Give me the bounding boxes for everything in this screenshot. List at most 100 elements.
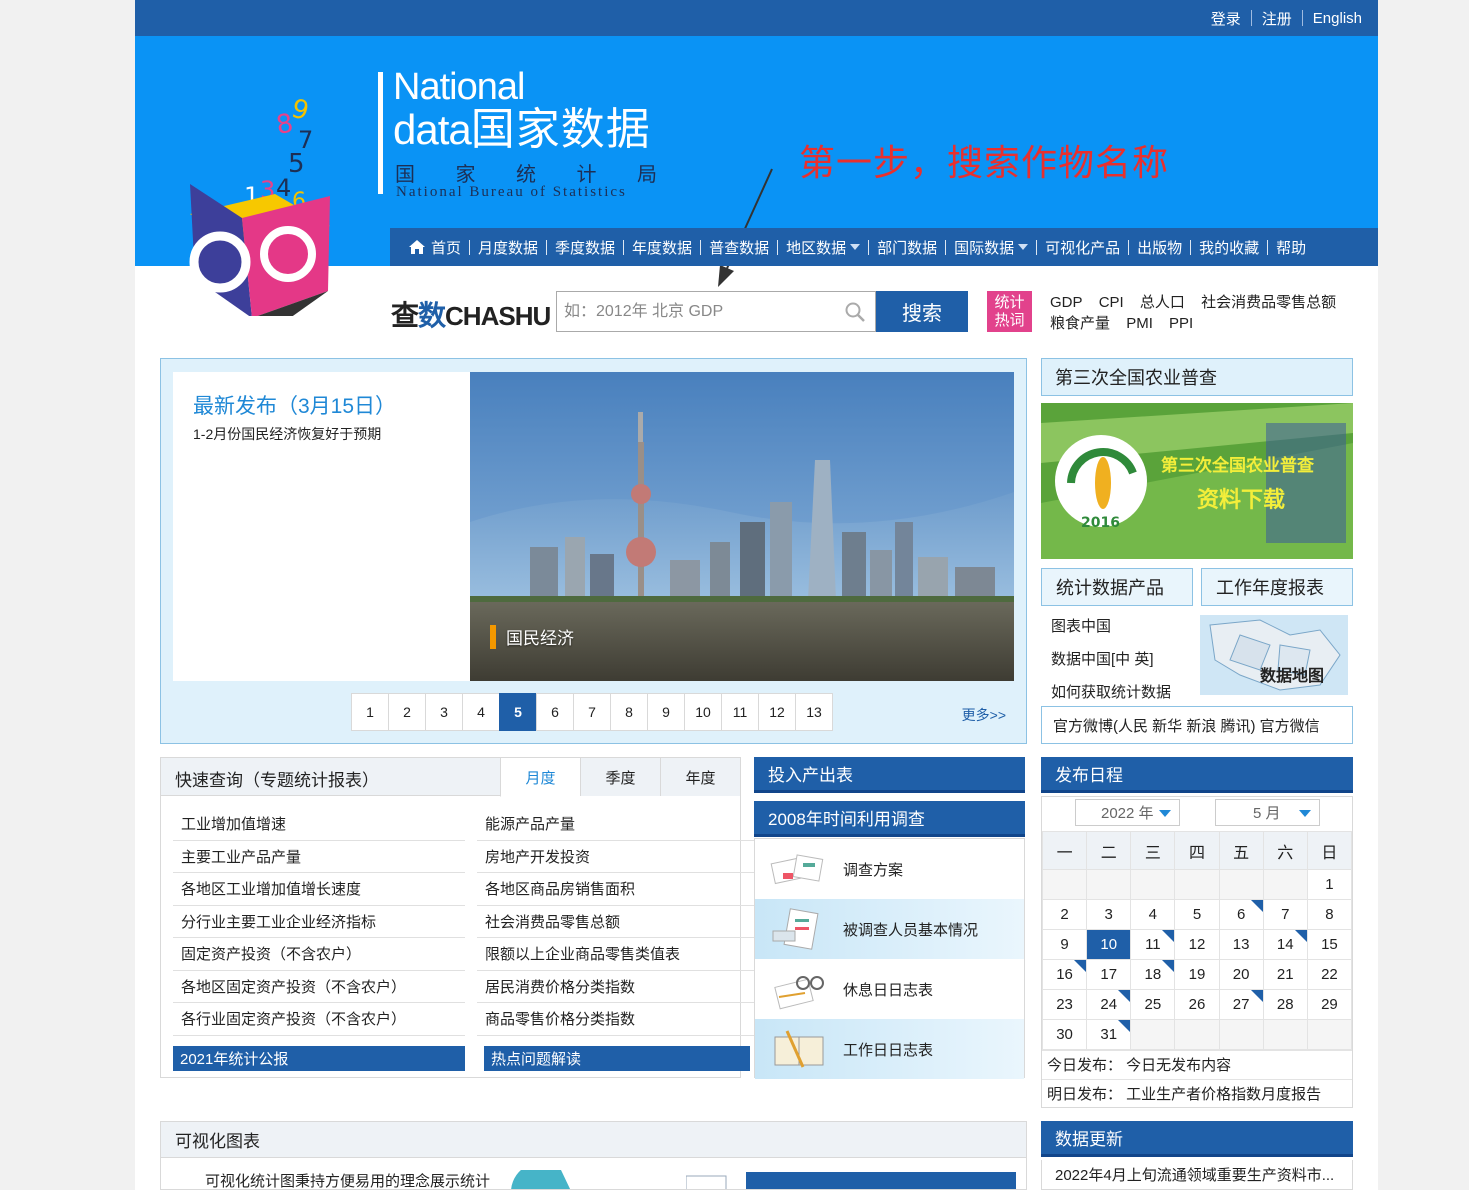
survey-row[interactable]: 调查方案 (755, 839, 1024, 899)
calendar-day[interactable]: 30 (1041, 1019, 1088, 1050)
calendar-day[interactable]: 8 (1306, 899, 1353, 930)
calendar-day[interactable]: 24 (1086, 989, 1132, 1020)
calendar-day[interactable]: 15 (1306, 929, 1353, 960)
calendar-day[interactable]: 1 (1306, 869, 1353, 900)
list-item[interactable]: 房地产开发投资 (477, 841, 769, 873)
data-map-thumbnail[interactable]: 数据地图 (1200, 615, 1348, 695)
nav-census[interactable]: 普查数据 (701, 237, 777, 258)
calendar-day[interactable]: 25 (1130, 989, 1176, 1020)
calendar-day[interactable]: 3 (1086, 899, 1132, 930)
calendar-day[interactable]: 27 (1218, 989, 1264, 1020)
calendar-day[interactable]: 10 (1086, 929, 1132, 960)
list-item[interactable]: 主要工业产品产量 (173, 841, 465, 873)
calendar-day[interactable]: 9 (1041, 929, 1088, 960)
list-item[interactable]: 工业增加值增速 (173, 808, 465, 841)
calendar-day[interactable]: 26 (1174, 989, 1220, 1020)
calendar-day[interactable]: 22 (1306, 959, 1353, 990)
bulletin-2021-link[interactable]: 2021年统计公报 (173, 1046, 465, 1071)
hot-word[interactable]: GDP (1050, 294, 1083, 311)
more-link[interactable]: 更多>> (962, 705, 1006, 725)
tab-yearly[interactable]: 年度 (660, 758, 740, 796)
page-button[interactable]: 9 (647, 693, 685, 731)
hot-word[interactable]: PMI (1126, 315, 1153, 332)
list-item[interactable]: 限额以上企业商品零售类值表 (477, 938, 769, 971)
calendar-day[interactable]: 11 (1130, 929, 1176, 960)
feature-title[interactable]: 最新发布（3月15日） (193, 390, 396, 420)
search-input[interactable] (557, 292, 875, 331)
hot-word[interactable]: CPI (1099, 294, 1124, 311)
list-item[interactable]: 各地区固定资产投资（不含农户） (173, 971, 465, 1003)
calendar-day[interactable]: 4 (1130, 899, 1176, 930)
feature-subtitle[interactable]: 1-2月份国民经济恢复好于预期 (193, 424, 381, 444)
survey-row[interactable]: 休息日日志表 (755, 959, 1024, 1019)
nav-favorites[interactable]: 我的收藏 (1191, 237, 1267, 258)
month-select[interactable]: 5 月 (1215, 799, 1320, 826)
calendar-day[interactable]: 31 (1086, 1019, 1132, 1050)
feature-image[interactable]: 国民经济 (470, 372, 1014, 681)
social-links[interactable]: 官方微博(人民 新华 新浪 腾讯) 官方微信 (1041, 706, 1353, 744)
list-item[interactable]: 居民消费价格分类指数 (477, 971, 769, 1003)
hot-word[interactable]: PPI (1169, 315, 1193, 332)
calendar-day[interactable]: 21 (1262, 959, 1308, 990)
visualization-title[interactable]: 可视化图表 (161, 1122, 1026, 1158)
data-update-item[interactable]: 2022年4月上旬流通领域重要生产资料市... (1041, 1160, 1353, 1190)
nav-department[interactable]: 部门数据 (869, 237, 945, 258)
io-table-header[interactable]: 投入产出表 (754, 757, 1025, 793)
search-icon[interactable] (845, 302, 865, 322)
nav-quarterly[interactable]: 季度数据 (547, 237, 623, 258)
calendar-day[interactable]: 17 (1086, 959, 1132, 990)
nav-publications[interactable]: 出版物 (1129, 237, 1190, 258)
census-banner[interactable]: 2016 第三次全国农业普查 资料下载 (1041, 403, 1353, 559)
page-button[interactable]: 10 (684, 693, 722, 731)
product-item[interactable]: 如何获取统计数据 (1051, 676, 1171, 709)
nav-monthly[interactable]: 月度数据 (470, 237, 546, 258)
calendar-day[interactable]: 16 (1041, 959, 1088, 990)
hot-topics-link[interactable]: 热点问题解读 (484, 1046, 750, 1071)
register-link[interactable]: 注册 (1252, 8, 1302, 29)
year-select[interactable]: 2022 年 (1075, 799, 1180, 826)
page-button[interactable]: 7 (573, 693, 611, 731)
calendar-day[interactable]: 12 (1174, 929, 1220, 960)
page-button[interactable]: 11 (721, 693, 759, 731)
list-item[interactable]: 各地区商品房销售面积 (477, 873, 769, 906)
list-item[interactable]: 各地区工业增加值增长速度 (173, 873, 465, 906)
calendar-day[interactable]: 6 (1218, 899, 1264, 930)
list-item[interactable]: 商品零售价格分类指数 (477, 1003, 769, 1036)
list-item[interactable]: 固定资产投资（不含农户） (173, 938, 465, 971)
calendar-day[interactable]: 19 (1174, 959, 1220, 990)
nav-regional[interactable]: 地区数据 (778, 237, 868, 258)
tomorrow-release[interactable]: 明日发布： 工业生产者价格指数月度报告 (1042, 1079, 1352, 1107)
product-item[interactable]: 图表中国 (1051, 610, 1171, 643)
calendar-day[interactable]: 14 (1262, 929, 1308, 960)
page-button[interactable]: 2 (388, 693, 426, 731)
page-button[interactable]: 12 (758, 693, 796, 731)
hot-word[interactable]: 社会消费品零售总额 (1201, 294, 1336, 311)
page-button[interactable]: 13 (795, 693, 833, 731)
page-button[interactable]: 3 (425, 693, 463, 731)
page-button[interactable]: 8 (610, 693, 648, 731)
data-update-header[interactable]: 数据更新 (1041, 1121, 1353, 1157)
nav-home[interactable]: 首页 (400, 237, 469, 258)
tab-quarterly[interactable]: 季度 (580, 758, 660, 796)
calendar-day[interactable]: 2 (1041, 899, 1088, 930)
tab-monthly[interactable]: 月度 (500, 758, 580, 797)
login-link[interactable]: 登录 (1201, 8, 1251, 29)
tab-annual-reports[interactable]: 工作年度报表 (1201, 568, 1353, 606)
list-item[interactable]: 各行业固定资产投资（不含农户） (173, 1003, 465, 1036)
list-item[interactable]: 能源产品产量 (477, 808, 769, 841)
nav-visualization[interactable]: 可视化产品 (1037, 237, 1128, 258)
english-link[interactable]: English (1303, 10, 1372, 27)
product-item[interactable]: 数据中国[中 英] (1051, 643, 1171, 676)
survey-row[interactable]: 工作日日志表 (755, 1019, 1024, 1079)
tab-data-products[interactable]: 统计数据产品 (1041, 568, 1193, 606)
hot-word[interactable]: 粮食产量 (1050, 315, 1110, 332)
search-button[interactable]: 搜索 (876, 291, 968, 332)
hot-word[interactable]: 总人口 (1140, 294, 1185, 311)
census-title[interactable]: 第三次全国农业普查 (1041, 358, 1353, 396)
nav-international[interactable]: 国际数据 (946, 237, 1036, 258)
release-calendar-header[interactable]: 发布日程 (1041, 757, 1353, 793)
list-item[interactable]: 分行业主要工业企业经济指标 (173, 906, 465, 938)
page-button-active[interactable]: 5 (499, 693, 537, 731)
calendar-day[interactable]: 23 (1041, 989, 1088, 1020)
survey-row[interactable]: 被调查人员基本情况 (755, 899, 1024, 959)
